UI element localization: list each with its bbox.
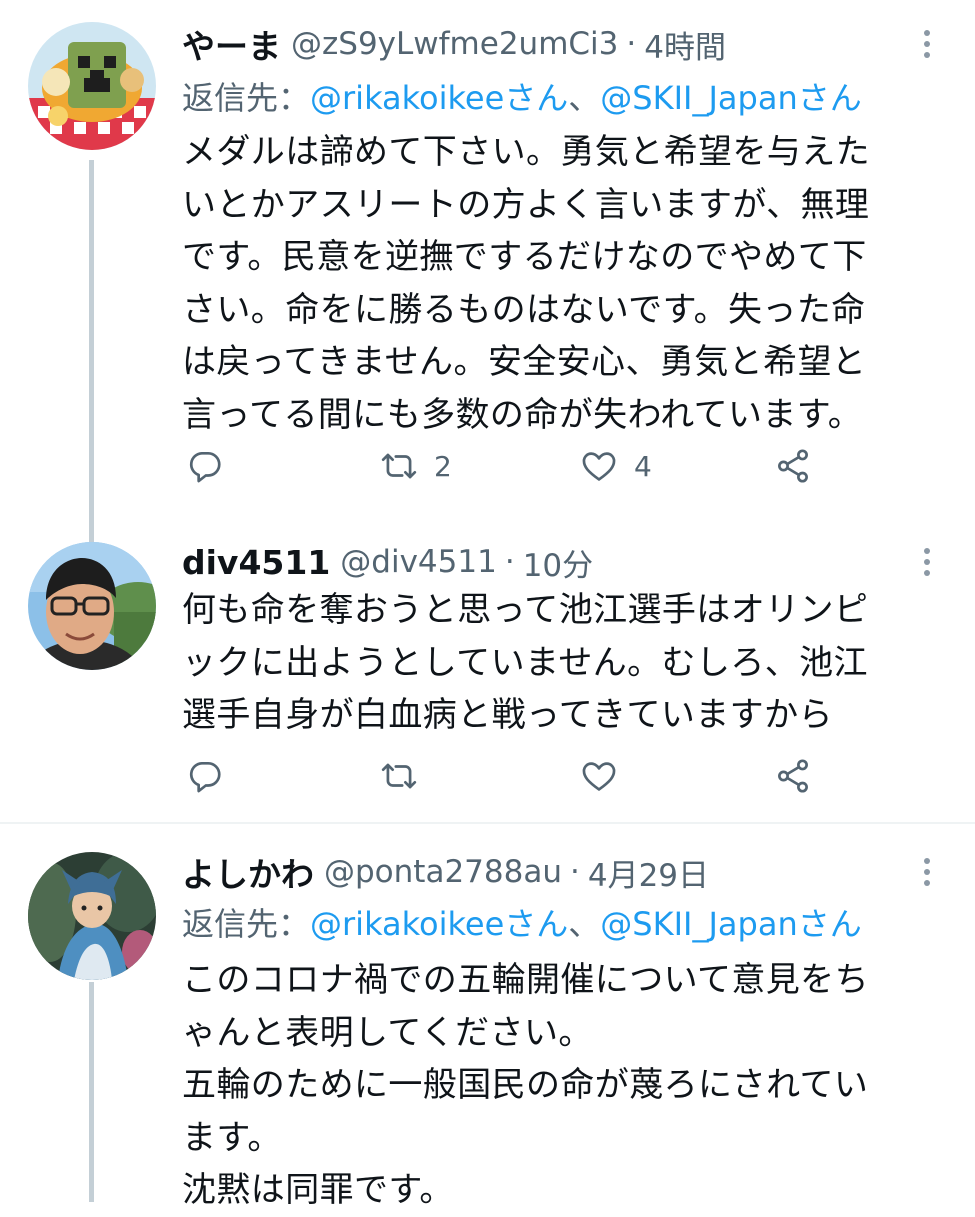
reply-to-label: 返信先： [182, 905, 311, 943]
thread-line [89, 520, 94, 542]
tweet-text-line: は戻ってきません。安全安心、勇気と希望と [182, 342, 867, 382]
tweet-text-line: 言ってる間にも多数の命が失われています。 [182, 394, 863, 435]
tweet-text-line: ックに出ようとしていません。むしろ、池江 [182, 642, 868, 683]
thread-line [89, 160, 94, 520]
reply-to-line: 返信先： @rikakoikeeさん 、 @SKII_Japanさん [182, 70, 955, 122]
tweet-header: div4511 @div4511 · 10分 [182, 538, 919, 586]
display-name[interactable]: よしかわ [182, 848, 314, 896]
user-handle[interactable]: @zS9yLwfme2umCi3 [291, 26, 618, 62]
tweet-actions [182, 754, 945, 798]
mention-link[interactable]: @SKII_Japanさん [600, 899, 861, 945]
display-name[interactable]: div4511 [182, 543, 330, 582]
tweet-text-line: メダルは諦めて下さい。勇気と希望を与えた [182, 132, 870, 172]
tweet-text-line: 五輪のために一般国民の命が蔑ろにされてい [182, 1065, 869, 1105]
retweet-button[interactable]: 2 [380, 444, 452, 488]
like-button[interactable] [580, 754, 618, 798]
separator-dot: · [626, 26, 637, 62]
tweet-text-line: ゃんと表明してください。 [182, 1012, 593, 1053]
tweet-divider [0, 822, 975, 824]
timestamp[interactable]: 4月29日 [588, 850, 709, 895]
share-button[interactable] [774, 754, 812, 798]
timestamp[interactable]: 10分 [523, 540, 593, 585]
tweet-text-line: ます。 [182, 1117, 282, 1158]
tweet-text-line: です。民意を逆撫でするだけなのでやめて下 [182, 237, 867, 277]
reply-button[interactable] [186, 444, 224, 488]
retweet-button[interactable] [380, 754, 418, 798]
more-icon[interactable] [917, 538, 937, 586]
tweet-header: よしかわ @ponta2788au · 4月29日 [182, 848, 919, 896]
retweet-count: 2 [434, 449, 452, 483]
reply-icon [189, 761, 221, 793]
tweet-text-line: 沈黙は同罪です。 [182, 1170, 454, 1210]
mention-link[interactable]: @rikakoikeeさん [310, 73, 568, 119]
share-icon [778, 759, 808, 793]
thread-line [89, 982, 94, 1202]
user-handle[interactable]: @ponta2788au [324, 854, 562, 890]
tweet-text: メダルは諦めて下さい。勇気と希望を与えた いとかアスリートの方よく言いますが、無… [182, 126, 955, 441]
tweet-text-line: さい。命をに勝るものはないです。失った命 [182, 289, 866, 330]
more-icon[interactable] [917, 848, 937, 896]
share-button[interactable] [774, 444, 812, 488]
mention-link[interactable]: @SKII_Japanさん [600, 73, 861, 119]
tweet-text-line: 何も命を奪おうと思って池江選手はオリンピ [182, 590, 869, 630]
timestamp[interactable]: 4時間 [644, 22, 726, 67]
tweet-text: このコロナ禍での五輪開催について意見をち ゃんと表明してください。 五輪のために… [182, 954, 955, 1217]
tweet-1[interactable]: やーま @zS9yLwfme2umCi3 · 4時間 返信先： @rikakoi… [0, 0, 975, 520]
like-count: 4 [634, 449, 652, 483]
separator-dot: · [504, 544, 515, 580]
reply-icon [189, 451, 221, 483]
mention-separator: 、 [568, 79, 601, 117]
reply-button[interactable] [186, 754, 224, 798]
like-icon [582, 452, 616, 481]
reply-to-label: 返信先： [182, 79, 311, 117]
tweet-text: 何も命を奪おうと思って池江選手はオリンピ ックに出ようとしていません。むしろ、池… [182, 584, 955, 742]
like-button[interactable]: 4 [580, 444, 652, 488]
share-icon [778, 449, 808, 483]
like-icon [582, 762, 616, 791]
tweet-2[interactable]: div4511 @div4511 · 10分 何も命を奪おうと思って池江選手はオ… [0, 520, 975, 820]
display-name[interactable]: やーま [182, 20, 281, 68]
mention-link[interactable]: @rikakoikeeさん [310, 899, 568, 945]
mention-separator: 、 [568, 905, 601, 943]
tweet-text-line: このコロナ禍での五輪開催について意見をち [182, 960, 869, 1000]
reply-to-line: 返信先： @rikakoikeeさん 、 @SKII_Japanさん [182, 896, 955, 948]
tweet-text-line: いとかアスリートの方よく言いますが、無理 [182, 184, 870, 225]
tweet-header: やーま @zS9yLwfme2umCi3 · 4時間 [182, 20, 919, 68]
tweet-actions: 2 4 [182, 444, 945, 488]
avatar[interactable] [28, 542, 156, 670]
tweet-text-line: 選手自身が白血病と戦ってきていますから [182, 695, 833, 735]
avatar[interactable] [28, 22, 156, 150]
user-handle[interactable]: @div4511 [340, 544, 497, 580]
separator-dot: · [569, 854, 580, 890]
more-icon[interactable] [917, 20, 937, 68]
retweet-icon [381, 453, 417, 479]
retweet-icon [381, 763, 417, 789]
avatar[interactable] [28, 852, 156, 980]
tweet-3[interactable]: よしかわ @ponta2788au · 4月29日 返信先： @rikakoik… [0, 826, 975, 1210]
